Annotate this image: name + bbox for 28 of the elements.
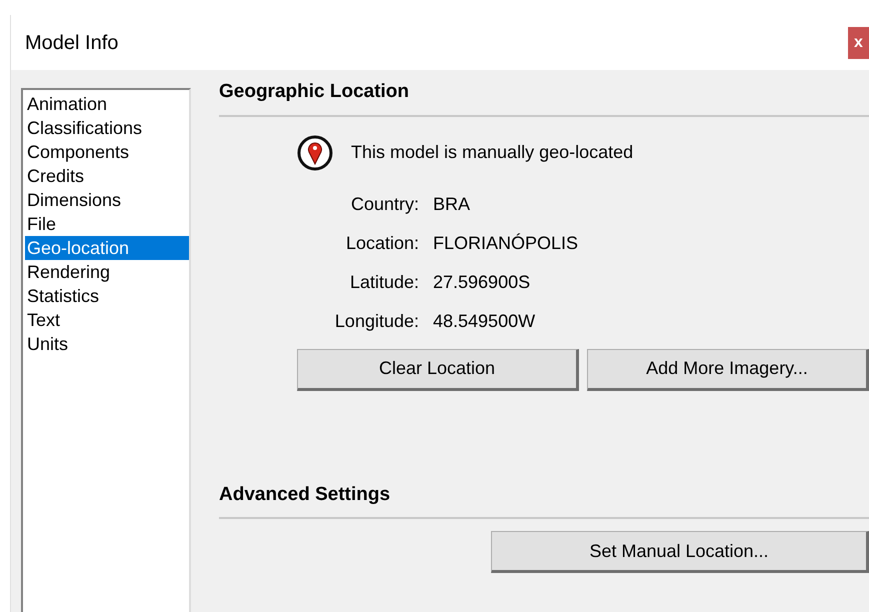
map-pin-icon	[297, 134, 333, 170]
section-heading: Advanced Settings	[219, 480, 869, 519]
list-item[interactable]: Components	[25, 140, 189, 164]
action-button[interactable]: Clear Location	[297, 348, 579, 390]
field-value: 27.596900S	[433, 270, 532, 294]
status-text: This model is manually geo-located	[351, 141, 634, 164]
list-item[interactable]: Text	[25, 308, 189, 332]
list-item[interactable]: File	[25, 212, 189, 236]
section-heading: Geographic Location	[219, 78, 869, 116]
field-value: 48.549500W	[433, 310, 536, 332]
field-value: FLORIANÓPOLIS	[433, 232, 580, 254]
field-label: Longitude:	[334, 310, 419, 333]
close-button[interactable]: x	[848, 26, 869, 58]
list-item[interactable]: Rendering	[25, 260, 189, 284]
field-label: Location:	[344, 232, 419, 254]
action-button[interactable]: Set Manual Location...	[491, 531, 869, 573]
list-item[interactable]: Credits	[25, 164, 189, 188]
field-value: BRA	[433, 192, 472, 216]
list-item[interactable]: Statistics	[25, 284, 189, 308]
window-title: Model Info	[24, 30, 118, 56]
list-item[interactable]: Classifications	[25, 116, 189, 140]
list-item[interactable]: Dimensions	[25, 188, 189, 212]
field-label: Country:	[350, 192, 419, 216]
action-button[interactable]: Add More Imagery...	[587, 348, 869, 390]
field-label: Latitude:	[348, 270, 419, 294]
list-item[interactable]: Units	[25, 332, 189, 356]
list-item[interactable]: Geo-location	[25, 236, 189, 260]
list-item[interactable]: Animation	[25, 92, 189, 116]
